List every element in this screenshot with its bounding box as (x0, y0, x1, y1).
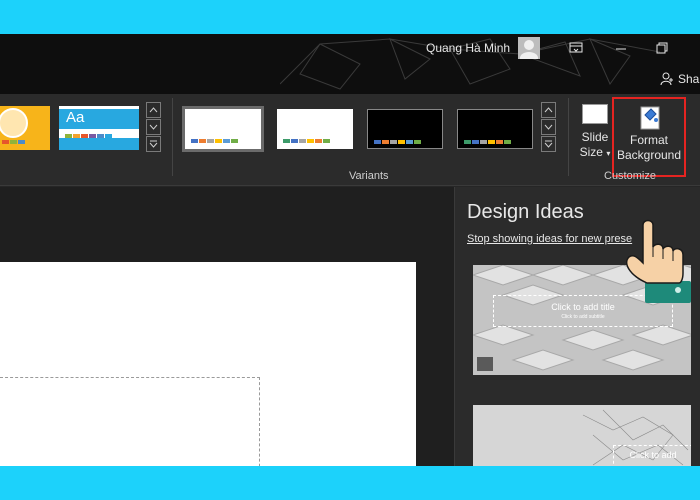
restore-icon (656, 42, 668, 54)
slide-workspace (0, 187, 454, 466)
ribbon-divider (172, 98, 173, 176)
theme-thumbnail-blue[interactable]: Aa (59, 106, 139, 150)
scroll-up-button[interactable] (541, 102, 556, 118)
variant-swatches (374, 140, 421, 144)
stop-showing-ideas-link[interactable]: Stop showing ideas for new prese (467, 233, 632, 245)
variants-group-label: Variants (349, 170, 389, 182)
format-background-button[interactable]: Format Background (612, 97, 686, 177)
slide-size-label-1: Slide (581, 130, 609, 144)
theme-thumbnail-yellow[interactable] (0, 106, 50, 150)
format-background-label-2: Background (616, 148, 682, 162)
powerpoint-window: Quang Hà Minh Sha Aa Variants Slide Size… (0, 34, 700, 466)
variant-white-selected[interactable] (182, 106, 264, 152)
theme-sample-text: Aa (66, 109, 85, 126)
variant-black-2[interactable] (454, 106, 536, 152)
design-ideas-title: Design Ideas (467, 201, 584, 223)
idea-subtitle-text: Click to add subtitle (561, 314, 605, 320)
variants-gallery-scroll (541, 102, 556, 152)
scroll-down-button[interactable] (541, 119, 556, 135)
hand-pointer-icon (626, 219, 691, 303)
user-name[interactable]: Quang Hà Minh (426, 41, 510, 55)
chevron-up-icon (149, 107, 158, 113)
ribbon-divider (568, 98, 569, 176)
variant-swatches (464, 140, 511, 144)
share-button[interactable]: Shar (660, 72, 700, 86)
theme-color-swatches (2, 140, 25, 144)
avatar[interactable] (518, 37, 540, 59)
paint-bucket-icon (640, 106, 660, 130)
themes-gallery-scroll (146, 102, 161, 152)
design-ribbon: Aa Variants Slide Size ▾ Format Backgrou… (0, 94, 700, 186)
idea-title-text: Click to add title (551, 302, 615, 312)
slide-size-label-2: Size (579, 145, 603, 159)
variant-preview (457, 109, 533, 149)
more-icon (544, 140, 553, 148)
theme-circle-decoration (0, 108, 28, 138)
variant-preview (185, 109, 261, 149)
minimize-icon (616, 48, 626, 50)
variant-preview (367, 109, 443, 149)
theme-band-bottom (59, 138, 139, 150)
idea-title-placeholder: Click to add (613, 445, 691, 466)
variant-white[interactable] (274, 106, 356, 152)
slide-size-icon (582, 104, 608, 124)
share-label: Shar (678, 72, 700, 86)
idea-title-text: Click to add (629, 450, 677, 460)
scroll-up-button[interactable] (146, 102, 161, 118)
minimize-button[interactable] (611, 39, 631, 57)
user-icon (520, 40, 538, 59)
more-icon (149, 140, 158, 148)
variant-black[interactable] (364, 106, 446, 152)
variant-swatches (191, 139, 238, 143)
ribbon-display-button[interactable] (566, 39, 586, 57)
slide-canvas[interactable] (0, 262, 416, 466)
variant-swatches (283, 139, 330, 143)
chevron-down-icon (149, 124, 158, 130)
design-idea-2[interactable]: Click to add (473, 405, 691, 466)
chevron-down-icon (544, 124, 553, 130)
chevron-up-icon (544, 107, 553, 113)
content-placeholder[interactable] (0, 377, 260, 466)
scroll-down-button[interactable] (146, 119, 161, 135)
share-person-icon (660, 72, 673, 86)
dropdown-arrow-icon: ▾ (606, 149, 611, 158)
variant-preview (277, 109, 353, 149)
restore-button[interactable] (652, 39, 672, 57)
ribbon-display-icon (569, 42, 583, 53)
slide-size-button[interactable]: Slide Size ▾ (576, 100, 614, 166)
title-bar: Quang Hà Minh Sha (0, 34, 700, 94)
more-variants-button[interactable] (541, 136, 556, 152)
video-icon (477, 357, 493, 371)
customize-group-label: Customize (604, 170, 656, 182)
format-background-label-1: Format (629, 133, 668, 147)
more-themes-button[interactable] (146, 136, 161, 152)
